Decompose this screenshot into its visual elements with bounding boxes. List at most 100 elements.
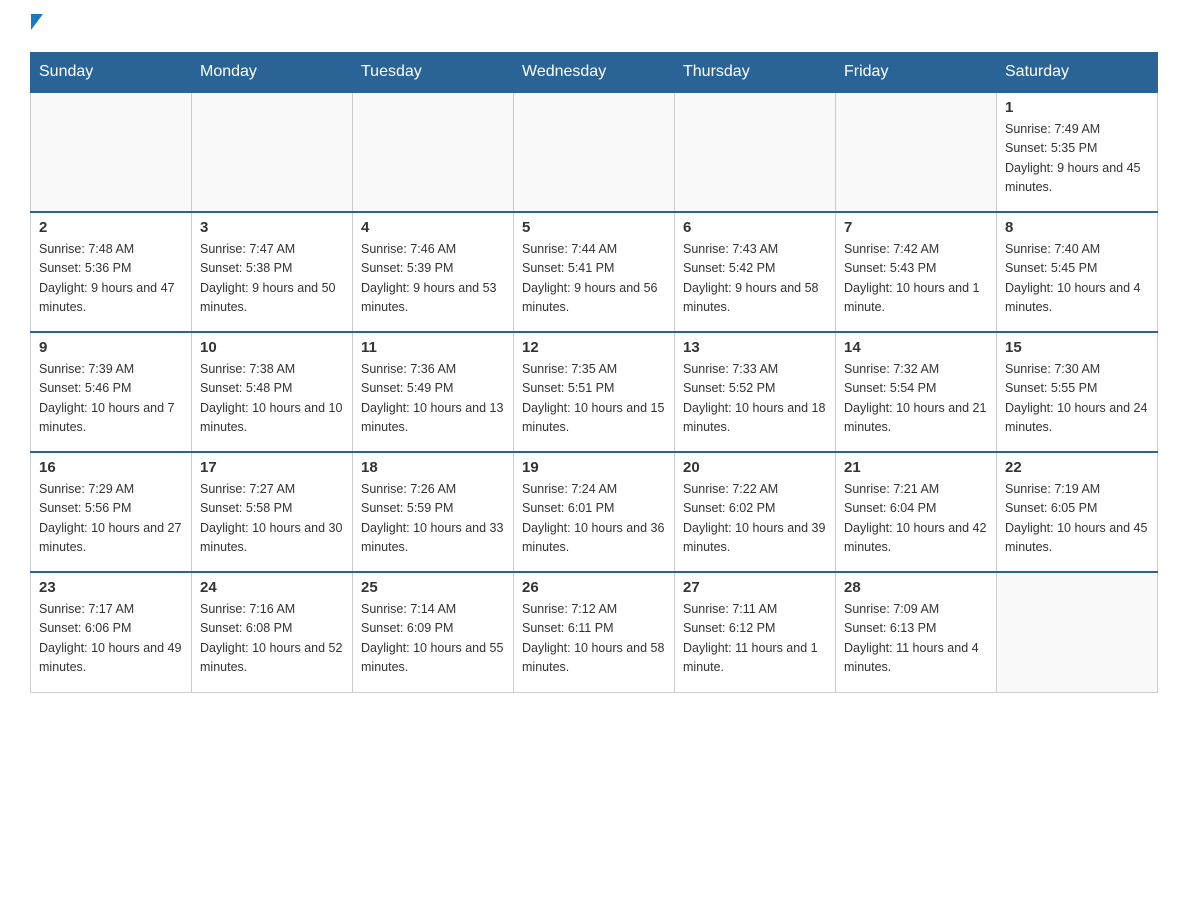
day-of-week-header: Tuesday	[353, 53, 514, 93]
calendar-day-cell: 4 Sunrise: 7:46 AM Sunset: 5:39 PM Daylig…	[353, 212, 514, 332]
day-info: Sunrise: 7:11 AM Sunset: 6:12 PM Dayligh…	[683, 600, 827, 678]
day-info: Sunrise: 7:39 AM Sunset: 5:46 PM Dayligh…	[39, 360, 183, 438]
calendar-day-cell: 19 Sunrise: 7:24 AM Sunset: 6:01 PM Dayli…	[514, 452, 675, 572]
day-info: Sunrise: 7:42 AM Sunset: 5:43 PM Dayligh…	[844, 240, 988, 318]
day-number: 17	[200, 459, 344, 476]
calendar-day-cell: 22 Sunrise: 7:19 AM Sunset: 6:05 PM Dayli…	[997, 452, 1158, 572]
day-info: Sunrise: 7:48 AM Sunset: 5:36 PM Dayligh…	[39, 240, 183, 318]
day-info: Sunrise: 7:36 AM Sunset: 5:49 PM Dayligh…	[361, 360, 505, 438]
day-info: Sunrise: 7:24 AM Sunset: 6:01 PM Dayligh…	[522, 480, 666, 558]
day-number: 16	[39, 459, 183, 476]
calendar-day-cell: 1 Sunrise: 7:49 AM Sunset: 5:35 PM Daylig…	[997, 92, 1158, 212]
calendar-day-cell: 14 Sunrise: 7:32 AM Sunset: 5:54 PM Dayli…	[836, 332, 997, 452]
day-info: Sunrise: 7:43 AM Sunset: 5:42 PM Dayligh…	[683, 240, 827, 318]
day-number: 11	[361, 339, 505, 356]
calendar-day-cell: 27 Sunrise: 7:11 AM Sunset: 6:12 PM Dayli…	[675, 572, 836, 692]
day-number: 23	[39, 579, 183, 596]
calendar-day-cell: 2 Sunrise: 7:48 AM Sunset: 5:36 PM Daylig…	[31, 212, 192, 332]
day-info: Sunrise: 7:38 AM Sunset: 5:48 PM Dayligh…	[200, 360, 344, 438]
calendar-week-row: 9 Sunrise: 7:39 AM Sunset: 5:46 PM Daylig…	[31, 332, 1158, 452]
calendar-day-cell	[353, 92, 514, 212]
calendar-day-cell: 17Sunrise: 7:27 AM Sunset: 5:58 PM Dayli…	[192, 452, 353, 572]
day-number: 15	[1005, 339, 1149, 356]
calendar-day-cell	[997, 572, 1158, 692]
day-info: Sunrise: 7:33 AM Sunset: 5:52 PM Dayligh…	[683, 360, 827, 438]
day-info: Sunrise: 7:22 AM Sunset: 6:02 PM Dayligh…	[683, 480, 827, 558]
day-number: 8	[1005, 219, 1149, 236]
calendar-week-row: 16 Sunrise: 7:29 AM Sunset: 5:56 PM Dayli…	[31, 452, 1158, 572]
day-info: Sunrise: 7:32 AM Sunset: 5:54 PM Dayligh…	[844, 360, 988, 438]
day-number: 13	[683, 339, 827, 356]
day-number: 28	[844, 579, 988, 596]
day-number: 3	[200, 219, 344, 236]
calendar-day-cell: 3 Sunrise: 7:47 AM Sunset: 5:38 PM Daylig…	[192, 212, 353, 332]
day-number: 22	[1005, 459, 1149, 476]
logo	[30, 20, 43, 36]
calendar-day-cell	[675, 92, 836, 212]
day-number: 9	[39, 339, 183, 356]
calendar-day-cell: 25 Sunrise: 7:14 AM Sunset: 6:09 PM Dayli…	[353, 572, 514, 692]
day-of-week-header: Thursday	[675, 53, 836, 93]
day-number: 12	[522, 339, 666, 356]
day-info: Sunrise: 7:46 AM Sunset: 5:39 PM Dayligh…	[361, 240, 505, 318]
calendar-day-cell	[836, 92, 997, 212]
calendar-day-cell	[31, 92, 192, 212]
day-info: Sunrise: 7:35 AM Sunset: 5:51 PM Dayligh…	[522, 360, 666, 438]
calendar-day-cell: 5 Sunrise: 7:44 AM Sunset: 5:41 PM Daylig…	[514, 212, 675, 332]
day-number: 2	[39, 219, 183, 236]
calendar-day-cell: 20 Sunrise: 7:22 AM Sunset: 6:02 PM Dayli…	[675, 452, 836, 572]
calendar-day-cell: 12 Sunrise: 7:35 AM Sunset: 5:51 PM Dayli…	[514, 332, 675, 452]
day-info: Sunrise: 7:49 AM Sunset: 5:35 PM Dayligh…	[1005, 120, 1149, 198]
day-number: 25	[361, 579, 505, 596]
day-number: 19	[522, 459, 666, 476]
calendar-day-cell: 9 Sunrise: 7:39 AM Sunset: 5:46 PM Daylig…	[31, 332, 192, 452]
day-number: 20	[683, 459, 827, 476]
day-number: 6	[683, 219, 827, 236]
day-number: 21	[844, 459, 988, 476]
calendar-header-row: SundayMondayTuesdayWednesdayThursdayFrid…	[31, 53, 1158, 93]
day-info: Sunrise: 7:14 AM Sunset: 6:09 PM Dayligh…	[361, 600, 505, 678]
day-info: Sunrise: 7:29 AM Sunset: 5:56 PM Dayligh…	[39, 480, 183, 558]
day-number: 5	[522, 219, 666, 236]
day-of-week-header: Monday	[192, 53, 353, 93]
day-info: Sunrise: 7:26 AM Sunset: 5:59 PM Dayligh…	[361, 480, 505, 558]
calendar-day-cell: 23Sunrise: 7:17 AM Sunset: 6:06 PM Dayli…	[31, 572, 192, 692]
calendar-table: SundayMondayTuesdayWednesdayThursdayFrid…	[30, 52, 1158, 693]
calendar-day-cell: 10 Sunrise: 7:38 AM Sunset: 5:48 PM Dayli…	[192, 332, 353, 452]
day-info: Sunrise: 7:19 AM Sunset: 6:05 PM Dayligh…	[1005, 480, 1149, 558]
page-header	[30, 20, 1158, 36]
day-number: 1	[1005, 99, 1149, 116]
calendar-day-cell: 24 Sunrise: 7:16 AM Sunset: 6:08 PM Dayli…	[192, 572, 353, 692]
calendar-day-cell: 7 Sunrise: 7:42 AM Sunset: 5:43 PM Daylig…	[836, 212, 997, 332]
day-number: 27	[683, 579, 827, 596]
day-number: 24	[200, 579, 344, 596]
day-number: 10	[200, 339, 344, 356]
calendar-day-cell: 13 Sunrise: 7:33 AM Sunset: 5:52 PM Dayli…	[675, 332, 836, 452]
calendar-day-cell	[192, 92, 353, 212]
calendar-week-row: 2 Sunrise: 7:48 AM Sunset: 5:36 PM Daylig…	[31, 212, 1158, 332]
calendar-day-cell: 28 Sunrise: 7:09 AM Sunset: 6:13 PM Dayli…	[836, 572, 997, 692]
calendar-day-cell: 6 Sunrise: 7:43 AM Sunset: 5:42 PM Daylig…	[675, 212, 836, 332]
day-of-week-header: Saturday	[997, 53, 1158, 93]
day-info: Sunrise: 7:44 AM Sunset: 5:41 PM Dayligh…	[522, 240, 666, 318]
day-info: Sunrise: 7:16 AM Sunset: 6:08 PM Dayligh…	[200, 600, 344, 678]
day-number: 4	[361, 219, 505, 236]
day-number: 26	[522, 579, 666, 596]
day-number: 14	[844, 339, 988, 356]
calendar-week-row: 23Sunrise: 7:17 AM Sunset: 6:06 PM Dayli…	[31, 572, 1158, 692]
calendar-day-cell: 21 Sunrise: 7:21 AM Sunset: 6:04 PM Dayli…	[836, 452, 997, 572]
day-of-week-header: Sunday	[31, 53, 192, 93]
day-info: Sunrise: 7:47 AM Sunset: 5:38 PM Dayligh…	[200, 240, 344, 318]
calendar-day-cell: 16 Sunrise: 7:29 AM Sunset: 5:56 PM Dayli…	[31, 452, 192, 572]
day-info: Sunrise: 7:21 AM Sunset: 6:04 PM Dayligh…	[844, 480, 988, 558]
day-info: Sunrise: 7:40 AM Sunset: 5:45 PM Dayligh…	[1005, 240, 1149, 318]
day-info: Sunrise: 7:30 AM Sunset: 5:55 PM Dayligh…	[1005, 360, 1149, 438]
day-info: Sunrise: 7:09 AM Sunset: 6:13 PM Dayligh…	[844, 600, 988, 678]
calendar-day-cell: 8 Sunrise: 7:40 AM Sunset: 5:45 PM Daylig…	[997, 212, 1158, 332]
day-number: 7	[844, 219, 988, 236]
calendar-day-cell: 26Sunrise: 7:12 AM Sunset: 6:11 PM Dayli…	[514, 572, 675, 692]
calendar-day-cell: 11 Sunrise: 7:36 AM Sunset: 5:49 PM Dayli…	[353, 332, 514, 452]
logo-triangle-icon	[31, 14, 43, 30]
day-of-week-header: Wednesday	[514, 53, 675, 93]
calendar-day-cell: 15 Sunrise: 7:30 AM Sunset: 5:55 PM Dayli…	[997, 332, 1158, 452]
